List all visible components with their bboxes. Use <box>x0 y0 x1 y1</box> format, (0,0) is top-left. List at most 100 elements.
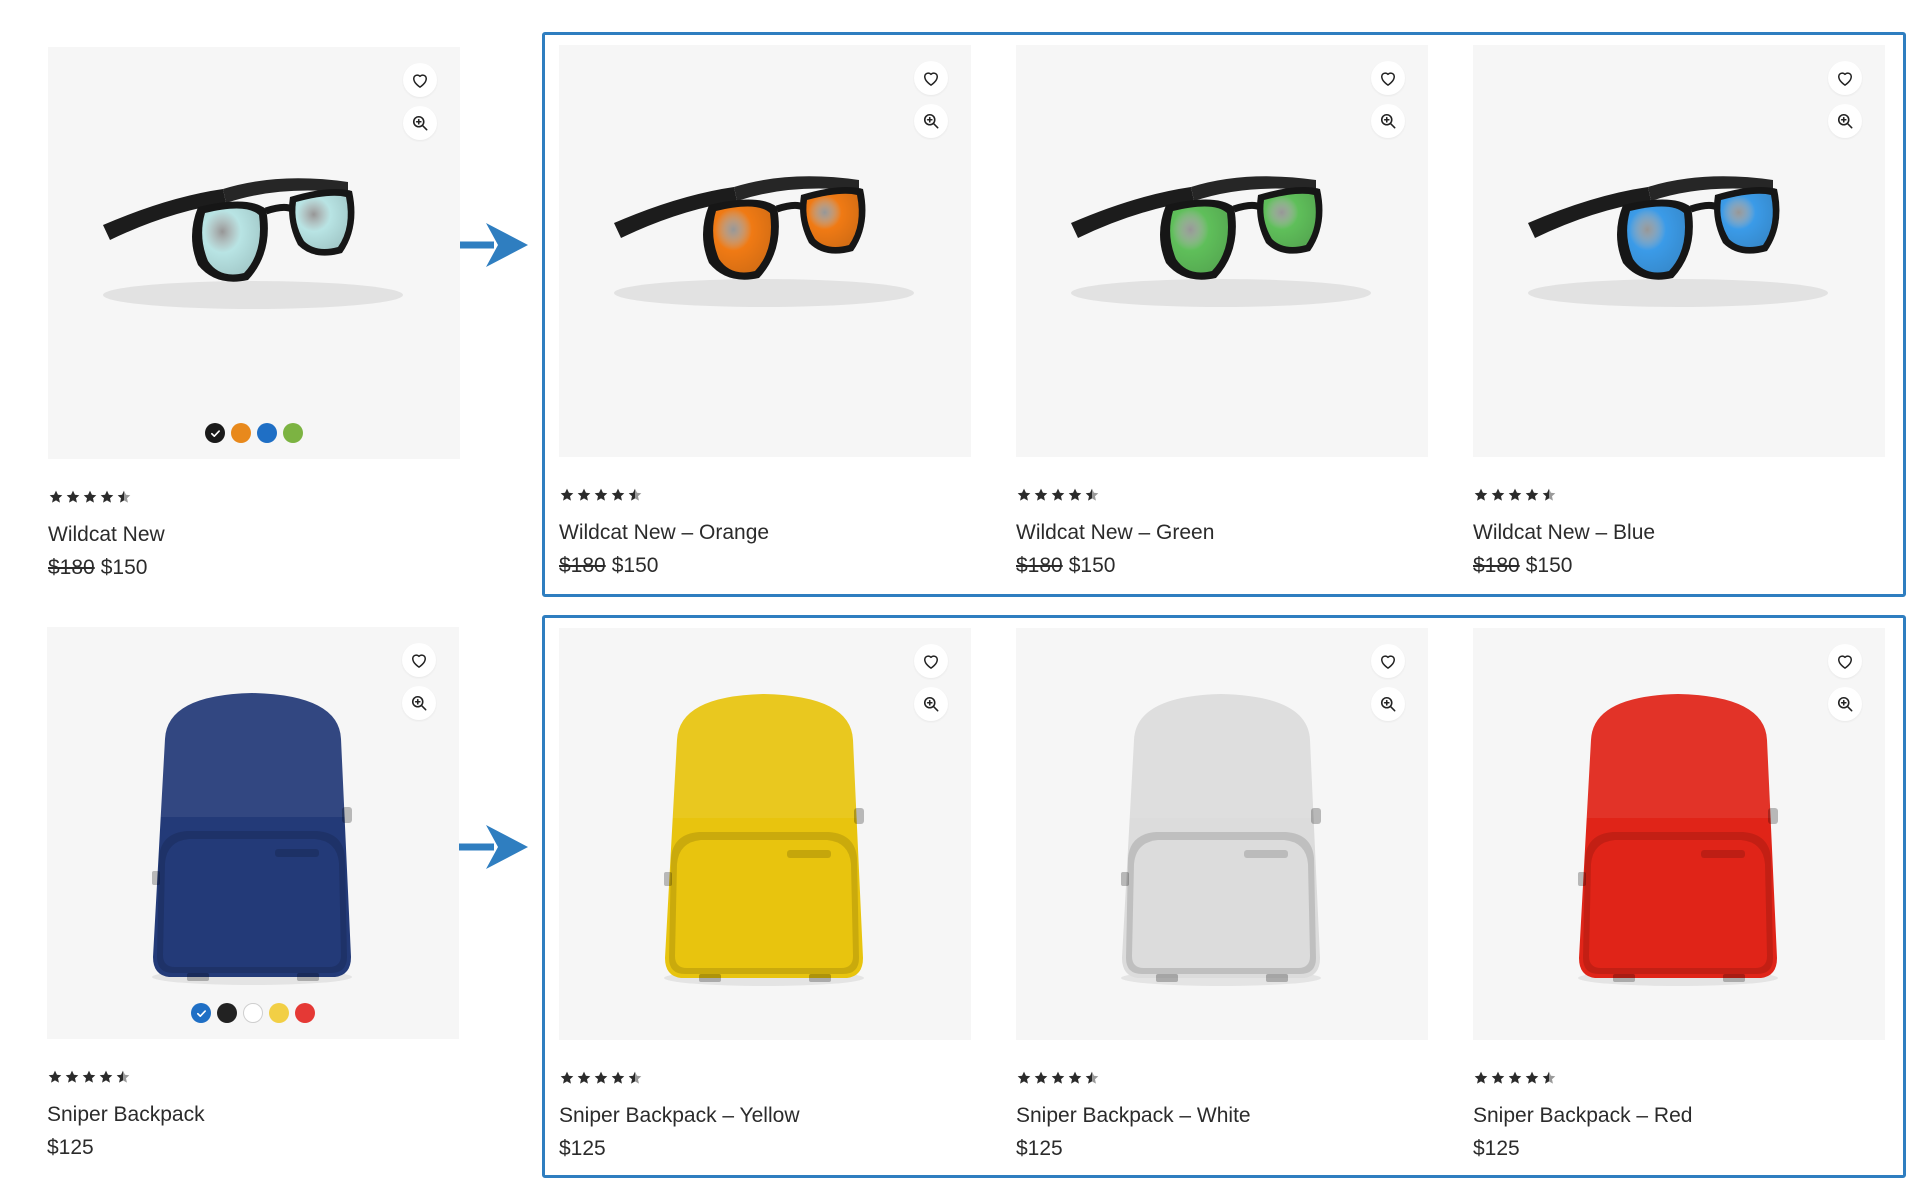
product-name[interactable]: Sniper Backpack – White <box>1016 1102 1428 1130</box>
star-rating <box>1016 487 1428 507</box>
star-icon <box>628 488 642 501</box>
star-icon <box>1017 488 1031 501</box>
star-icon <box>1051 1071 1065 1084</box>
star-icon <box>65 1070 79 1083</box>
color-swatch[interactable] <box>295 1003 315 1023</box>
star-icon <box>1017 1071 1031 1084</box>
heart-icon <box>409 650 429 670</box>
heart-icon <box>1378 651 1398 671</box>
color-swatch[interactable] <box>231 423 251 443</box>
quick-view-button[interactable] <box>914 104 948 138</box>
product-card[interactable]: Sniper Backpack – White $125 <box>1016 628 1428 1162</box>
color-swatches <box>48 423 460 443</box>
wishlist-button[interactable] <box>1828 644 1862 678</box>
product-name[interactable]: Wildcat New <box>48 521 460 549</box>
check-icon <box>210 429 220 437</box>
wishlist-button[interactable] <box>403 63 437 97</box>
star-rating <box>559 487 971 507</box>
product-price: $180 $150 <box>48 555 460 581</box>
backpack-image <box>1578 694 1778 986</box>
star-rating <box>1016 1070 1428 1090</box>
star-icon <box>577 488 591 501</box>
star-icon <box>1508 488 1522 501</box>
star-icon <box>1034 1071 1048 1084</box>
star-rating <box>1473 487 1885 507</box>
star-icon <box>611 488 625 501</box>
product-name[interactable]: Sniper Backpack <box>47 1101 459 1129</box>
star-icon <box>560 1071 574 1084</box>
star-icon <box>116 1070 130 1083</box>
heart-icon <box>1835 68 1855 88</box>
product-card[interactable]: Wildcat New $180 $150 <box>48 47 460 581</box>
color-swatch[interactable] <box>257 423 277 443</box>
zoom-in-icon <box>410 113 430 133</box>
zoom-in-icon <box>1378 694 1398 714</box>
quick-view-button[interactable] <box>403 106 437 140</box>
product-card[interactable]: Wildcat New – Orange $180 $150 <box>559 45 971 579</box>
star-icon <box>83 490 97 503</box>
product-name[interactable]: Wildcat New – Orange <box>559 519 971 547</box>
wishlist-button[interactable] <box>914 644 948 678</box>
check-icon <box>196 1009 206 1017</box>
star-icon <box>1491 488 1505 501</box>
star-icon <box>1474 1071 1488 1084</box>
star-rating <box>47 1069 459 1089</box>
star-icon <box>99 1070 113 1083</box>
product-card[interactable]: Wildcat New – Green $180 $150 <box>1016 45 1428 579</box>
quick-view-button[interactable] <box>1371 104 1405 138</box>
color-swatch[interactable] <box>283 423 303 443</box>
product-card[interactable]: Sniper Backpack $125 <box>47 627 459 1161</box>
star-icon <box>1068 488 1082 501</box>
product-name[interactable]: Sniper Backpack – Red <box>1473 1102 1885 1130</box>
color-swatch[interactable] <box>243 1003 263 1023</box>
quick-view-button[interactable] <box>402 686 436 720</box>
product-card[interactable]: Sniper Backpack – Red $125 <box>1473 628 1885 1162</box>
product-image[interactable] <box>559 45 971 457</box>
product-image[interactable] <box>1473 45 1885 457</box>
product-name[interactable]: Wildcat New – Green <box>1016 519 1428 547</box>
color-swatch[interactable] <box>191 1003 211 1023</box>
sunglasses-image <box>1071 176 1371 307</box>
wishlist-button[interactable] <box>1371 61 1405 95</box>
quick-view-button[interactable] <box>1371 687 1405 721</box>
quick-view-button[interactable] <box>1828 687 1862 721</box>
product-price: $125 <box>1473 1136 1885 1162</box>
sale-price: $125 <box>559 1137 606 1160</box>
original-price: $180 <box>559 554 606 577</box>
product-image[interactable] <box>1016 628 1428 1040</box>
color-swatch[interactable] <box>269 1003 289 1023</box>
product-image[interactable] <box>1473 628 1885 1040</box>
sunglasses-image <box>1528 176 1828 307</box>
product-name[interactable]: Wildcat New – Blue <box>1473 519 1885 547</box>
product-name[interactable]: Sniper Backpack – Yellow <box>559 1102 971 1130</box>
sunglasses-image <box>614 176 914 307</box>
star-icon <box>1051 488 1065 501</box>
product-image[interactable] <box>48 47 460 459</box>
sale-price: $125 <box>1016 1137 1063 1160</box>
zoom-in-icon <box>1835 111 1855 131</box>
wishlist-button[interactable] <box>402 643 436 677</box>
sale-price: $150 <box>1525 554 1573 577</box>
wishlist-button[interactable] <box>1371 644 1405 678</box>
star-icon <box>1525 488 1539 501</box>
star-icon <box>1085 488 1099 501</box>
product-price: $180 $150 <box>559 553 971 579</box>
star-icon <box>1068 1071 1082 1084</box>
product-image[interactable] <box>47 627 459 1039</box>
star-icon <box>1085 1071 1099 1084</box>
product-image[interactable] <box>1016 45 1428 457</box>
star-icon <box>100 490 114 503</box>
wishlist-button[interactable] <box>914 61 948 95</box>
quick-view-button[interactable] <box>914 687 948 721</box>
wishlist-button[interactable] <box>1828 61 1862 95</box>
product-image[interactable] <box>559 628 971 1040</box>
product-card[interactable]: Wildcat New – Blue $180 $150 <box>1473 45 1885 579</box>
star-icon <box>1525 1071 1539 1084</box>
backpack-image <box>152 693 352 985</box>
color-swatch[interactable] <box>217 1003 237 1023</box>
sale-price: $150 <box>611 554 659 577</box>
quick-view-button[interactable] <box>1828 104 1862 138</box>
star-icon <box>594 488 608 501</box>
product-card[interactable]: Sniper Backpack – Yellow $125 <box>559 628 971 1162</box>
color-swatch[interactable] <box>205 423 225 443</box>
